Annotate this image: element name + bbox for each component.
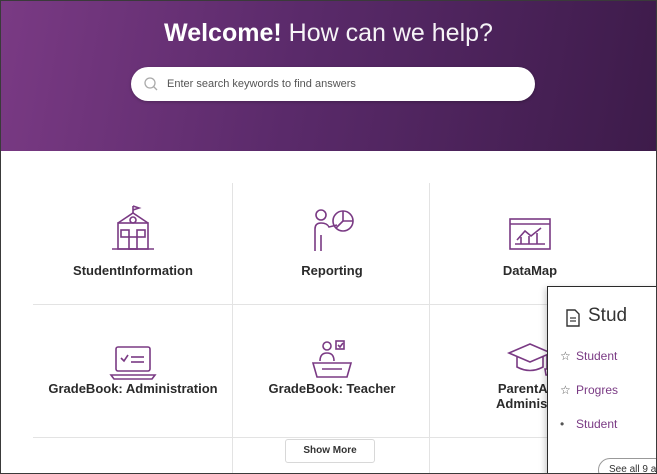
tile-student-information[interactable]: StudentInformation <box>34 183 232 303</box>
star-icon: ☆ <box>560 383 571 397</box>
search-box[interactable] <box>131 67 535 101</box>
see-all-articles-button[interactable]: See all 9 a <box>598 458 656 473</box>
search-icon <box>144 77 158 91</box>
bullet-icon: • <box>560 417 565 431</box>
tile-datamap[interactable]: DataMap <box>431 183 629 303</box>
hero-banner: Welcome! How can we help? <box>1 1 656 151</box>
page-frame: Welcome! How can we help? Enter search k… <box>0 0 657 474</box>
hero-title-light: How can we help? <box>288 19 493 47</box>
show-more-button[interactable]: Show More <box>285 439 375 463</box>
tile-label: Reporting <box>301 263 363 278</box>
tile-label: DataMap <box>502 263 558 278</box>
presenter-pie-chart-icon <box>314 209 354 251</box>
tile-gradebook-teacher[interactable]: GradeBook: Teacher <box>233 319 431 439</box>
panel-article-link[interactable]: ☆ Progres <box>560 383 618 397</box>
school-building-icon <box>112 205 154 250</box>
panel-article-link[interactable]: ☆ Student <box>560 349 617 363</box>
search-input[interactable] <box>167 67 517 101</box>
tile-label: GradeBook: Teacher <box>268 381 396 396</box>
tile-label: StudentInformation <box>73 263 193 278</box>
hero-title-strong: Welcome! <box>164 19 282 47</box>
tile-gradebook-administration[interactable]: GradeBook: Administration <box>34 319 232 439</box>
panel-title: Stud <box>588 305 628 326</box>
laptop-checklist-icon <box>109 346 157 380</box>
teacher-desk-icon <box>311 340 353 378</box>
line-chart-board-icon <box>509 218 551 250</box>
tile-reporting[interactable]: Reporting <box>233 183 431 303</box>
article-preview-panel: Stud ☆ Student ☆ Progres • Student <box>547 286 656 473</box>
star-icon: ☆ <box>560 349 571 363</box>
document-icon <box>566 309 580 327</box>
panel-article-link[interactable]: • Student <box>560 417 617 431</box>
tile-label: GradeBook: Administration <box>48 381 218 396</box>
hero-title: Welcome! How can we help? <box>1 19 656 48</box>
